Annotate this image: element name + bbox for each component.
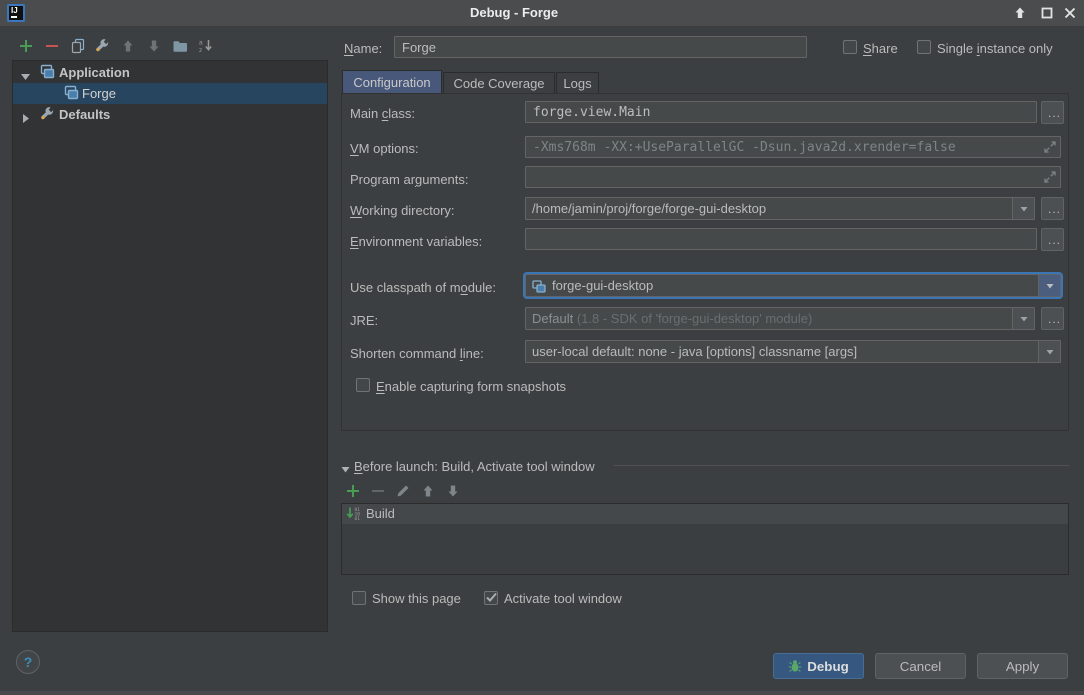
move-up-icon[interactable]	[420, 483, 436, 499]
environment-variables-label: Environment variables:	[350, 233, 482, 251]
tab-logs[interactable]: Logs	[556, 72, 599, 94]
edit-defaults-wrench-icon[interactable]	[94, 38, 110, 54]
capture-snapshots-checkbox[interactable]	[356, 378, 370, 392]
jre-value: Default (1.8 - SDK of 'forge-gui-desktop…	[526, 311, 1012, 326]
before-launch-task-label: Build	[366, 504, 395, 524]
defaults-wrench-icon	[39, 106, 55, 122]
sort-alphabetically-icon[interactable]: az	[198, 38, 214, 54]
working-directory-label: Working directory:	[350, 202, 455, 220]
environment-variables-browse-button[interactable]: ...	[1041, 228, 1064, 251]
tree-item-defaults[interactable]: Defaults	[13, 104, 327, 125]
window-bottom-border	[0, 691, 1084, 695]
working-directory-browse-button[interactable]: ...	[1041, 197, 1064, 220]
classpath-module-combo[interactable]: forge-gui-desktop	[525, 274, 1061, 297]
chevron-down-icon[interactable]	[20, 67, 31, 78]
remove-icon[interactable]	[370, 483, 386, 499]
show-this-page-checkbox[interactable]	[352, 591, 366, 605]
jre-browse-button[interactable]: ...	[1041, 307, 1064, 330]
tree-item-forge[interactable]: Forge	[13, 83, 327, 104]
title-bar[interactable]: IJ Debug - Forge	[0, 0, 1084, 27]
svg-text:z: z	[199, 47, 202, 54]
vm-options-label: VM options:	[350, 140, 419, 158]
program-arguments-label: Program arguments:	[350, 171, 469, 189]
add-icon[interactable]	[18, 38, 34, 54]
chevron-down-icon[interactable]	[1038, 341, 1060, 362]
run-configurations-tree: Application Forge Defaults	[12, 60, 328, 632]
window-title: Debug - Forge	[470, 5, 558, 20]
share-label[interactable]: Share	[863, 40, 898, 58]
before-launch-title[interactable]: Before launch: Build, Activate tool wind…	[354, 458, 595, 476]
shorten-command-line-combo[interactable]: user-local default: none - java [options…	[525, 340, 1061, 363]
application-icon	[63, 85, 79, 101]
name-input[interactable]	[394, 36, 807, 58]
copy-icon[interactable]	[70, 38, 86, 54]
remove-icon[interactable]	[44, 38, 60, 54]
rollup-icon[interactable]	[1012, 5, 1028, 21]
tree-item-label: Application	[59, 62, 130, 83]
build-icon: 011001	[346, 506, 362, 522]
debug-button[interactable]: Debug	[773, 653, 864, 679]
main-class-label: Main class:	[350, 105, 415, 123]
tree-item-label: Forge	[82, 83, 116, 104]
intellij-logo-underscore	[11, 16, 17, 18]
apply-button[interactable]: Apply	[977, 653, 1068, 679]
classpath-module-value: forge-gui-desktop	[546, 278, 1038, 293]
expand-field-icon[interactable]	[1043, 140, 1057, 154]
shorten-command-line-value: user-local default: none - java [options…	[526, 344, 1038, 359]
debug-button-label: Debug	[807, 659, 848, 674]
jre-label: JRE:	[350, 312, 378, 330]
single-instance-label[interactable]: Single instance only	[937, 40, 1053, 58]
intellij-logo-text: IJ	[11, 6, 18, 15]
cancel-button[interactable]: Cancel	[875, 653, 966, 679]
collapse-section-icon[interactable]	[341, 462, 350, 471]
chevron-down-icon[interactable]	[1012, 198, 1034, 219]
tab-code-coverage[interactable]: Code Coverage	[443, 72, 555, 94]
before-launch-task-list: 011001 Build	[341, 503, 1069, 575]
application-icon	[39, 64, 55, 80]
bug-icon	[788, 657, 802, 681]
new-folder-icon[interactable]	[172, 38, 188, 54]
add-icon[interactable]	[345, 483, 361, 499]
main-class-browse-button[interactable]: ...	[1041, 101, 1064, 124]
vm-options-input[interactable]	[525, 136, 1061, 158]
svg-text:01: 01	[355, 516, 361, 522]
single-instance-checkbox[interactable]	[917, 40, 931, 54]
tree-item-application[interactable]: Application	[13, 62, 327, 83]
intellij-logo-icon: IJ	[7, 4, 25, 22]
svg-text:a: a	[199, 40, 203, 47]
help-button[interactable]: ?	[16, 650, 40, 674]
activate-tool-window-checkbox[interactable]	[484, 591, 498, 605]
move-down-icon[interactable]	[146, 38, 162, 54]
expand-field-icon[interactable]	[1043, 170, 1057, 184]
jre-combo[interactable]: Default (1.8 - SDK of 'forge-gui-desktop…	[525, 307, 1035, 330]
name-label: Name:	[344, 40, 382, 58]
chevron-right-icon[interactable]	[20, 109, 31, 120]
activate-tool-window-label[interactable]: Activate tool window	[504, 590, 622, 608]
chevron-down-icon[interactable]	[1038, 275, 1060, 296]
environment-variables-input[interactable]	[525, 228, 1037, 250]
classpath-module-label: Use classpath of module:	[350, 279, 496, 297]
working-directory-value: /home/jamin/proj/forge/forge-gui-desktop	[526, 201, 1012, 216]
program-arguments-input[interactable]	[525, 166, 1061, 188]
working-directory-combo[interactable]: /home/jamin/proj/forge/forge-gui-desktop	[525, 197, 1035, 220]
tab-configuration[interactable]: Configuration	[342, 70, 442, 94]
move-up-icon[interactable]	[120, 38, 136, 54]
section-separator	[614, 465, 1069, 466]
jre-value-hint: (1.8 - SDK of 'forge-gui-desktop' module…	[577, 311, 812, 326]
close-icon[interactable]	[1062, 5, 1078, 21]
capture-snapshots-label[interactable]: Enable capturing form snapshots	[376, 378, 566, 396]
tree-item-label: Defaults	[59, 104, 110, 125]
main-class-input[interactable]	[525, 101, 1037, 123]
module-icon	[526, 279, 546, 293]
jre-value-main: Default	[532, 311, 573, 326]
before-launch-task-build[interactable]: 011001 Build	[342, 504, 1068, 524]
edit-pencil-icon[interactable]	[395, 483, 411, 499]
show-this-page-label[interactable]: Show this page	[372, 590, 461, 608]
share-checkbox[interactable]	[843, 40, 857, 54]
chevron-down-icon[interactable]	[1012, 308, 1034, 329]
maximize-icon[interactable]	[1039, 5, 1055, 21]
shorten-command-line-label: Shorten command line:	[350, 345, 484, 363]
move-down-icon[interactable]	[445, 483, 461, 499]
